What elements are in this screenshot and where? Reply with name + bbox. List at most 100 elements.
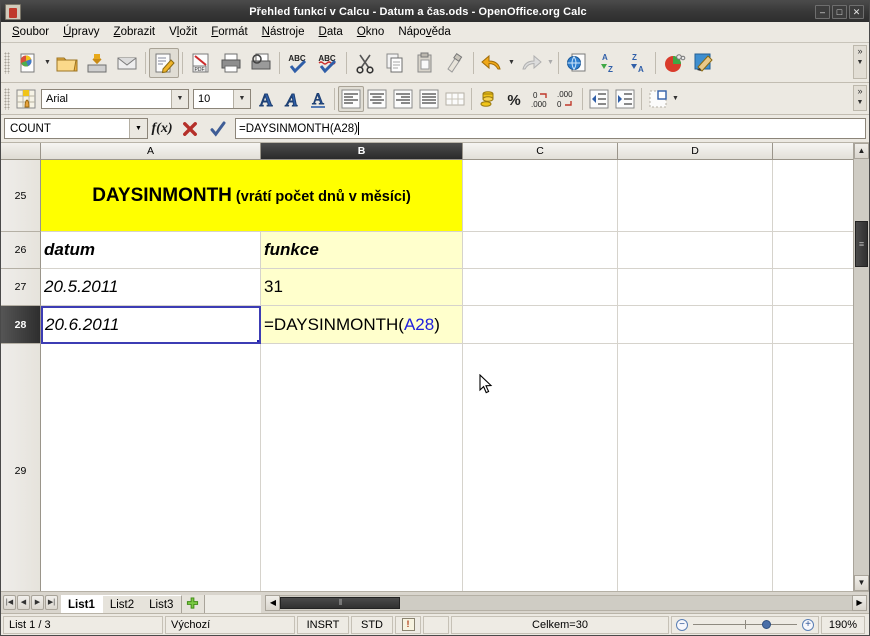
cell-c28[interactable] — [463, 306, 618, 344]
cell-b29[interactable] — [261, 344, 463, 591]
column-header-c[interactable]: C — [463, 143, 618, 160]
draw-functions-icon[interactable] — [689, 48, 719, 78]
copy-icon[interactable] — [380, 48, 410, 78]
sheet-tab-list3[interactable]: List3 — [142, 594, 183, 613]
name-box-dropdown-icon[interactable]: ▼ — [129, 119, 147, 138]
cell-c26[interactable] — [463, 232, 618, 269]
zoom-in-icon[interactable]: + — [802, 618, 814, 631]
sort-descending-icon[interactable]: Z A — [622, 48, 652, 78]
bold-icon[interactable]: A — [253, 86, 279, 112]
cell-a25-merged[interactable]: DAYSINMONTH (vrátí počet dnů v měsíci) — [41, 160, 463, 232]
cell-a26[interactable]: datum — [41, 232, 261, 269]
paste-icon[interactable] — [410, 48, 440, 78]
zoom-slider[interactable]: − + — [671, 615, 819, 634]
font-size-dropdown-icon[interactable]: ▼ — [233, 89, 250, 108]
align-right-icon[interactable] — [390, 86, 416, 112]
row-header-25[interactable]: 25 — [1, 160, 41, 232]
cell-d27[interactable] — [618, 269, 773, 306]
borders-icon[interactable] — [645, 86, 671, 112]
column-header-d[interactable]: D — [618, 143, 773, 160]
add-decimal-icon[interactable]: 0 .000 — [527, 86, 553, 112]
nav-last-sheet-icon[interactable]: ▶| — [45, 595, 58, 610]
cell-c27[interactable] — [463, 269, 618, 306]
edit-file-icon[interactable] — [149, 47, 179, 78]
align-justify-icon[interactable] — [416, 86, 442, 112]
italic-icon[interactable]: A — [279, 86, 305, 112]
sheet-tab-list1[interactable]: List1 — [61, 594, 104, 613]
spellcheck-icon[interactable]: ABC — [283, 48, 313, 78]
menu-upravy[interactable]: Úpravy — [56, 24, 106, 40]
currency-icon[interactable] — [475, 86, 501, 112]
cell-b27[interactable]: 31 — [261, 269, 463, 306]
font-size-combo[interactable]: 10 ▼ — [193, 88, 251, 109]
row-header-27[interactable]: 27 — [1, 269, 41, 306]
menu-zobrazit[interactable]: Zobrazit — [107, 24, 163, 40]
cell-a27[interactable]: 20.5.2011 — [41, 269, 261, 306]
new-document-dropdown-icon[interactable]: ▼ — [43, 59, 52, 66]
cell-b28[interactable]: =DAYSINMONTH(A28) — [261, 306, 463, 344]
toolbar-grip[interactable] — [4, 87, 10, 110]
clone-formatting-icon[interactable] — [440, 48, 470, 78]
scroll-up-button[interactable]: ▲ — [854, 143, 869, 159]
add-sheet-icon[interactable] — [181, 594, 206, 613]
print-icon[interactable] — [216, 48, 246, 78]
cell-e27[interactable] — [773, 269, 853, 306]
row-header-28[interactable]: 28 — [1, 306, 41, 344]
nav-first-sheet-icon[interactable]: |◀ — [3, 595, 16, 610]
row-header-29[interactable]: 29 — [1, 344, 41, 591]
cell-d25[interactable] — [618, 160, 773, 232]
standard-toolbar-overflow[interactable]: » ▼ — [853, 45, 867, 79]
email-document-icon[interactable] — [112, 48, 142, 78]
horizontal-scroll-track[interactable] — [280, 594, 852, 611]
select-all-corner[interactable] — [1, 143, 41, 160]
nav-prev-sheet-icon[interactable]: ◀ — [17, 595, 30, 610]
horizontal-scrollbar[interactable]: ◀ ▶ — [265, 594, 867, 612]
formatting-toolbar-overflow[interactable]: » ▼ — [853, 85, 867, 111]
menu-data[interactable]: Data — [312, 24, 350, 40]
cell-d28[interactable] — [618, 306, 773, 344]
cell-e28[interactable] — [773, 306, 853, 344]
undo-dropdown-icon[interactable]: ▼ — [507, 59, 516, 66]
status-digital-signature[interactable] — [423, 615, 449, 634]
align-center-icon[interactable] — [364, 86, 390, 112]
insert-chart-icon[interactable] — [659, 48, 689, 78]
vertical-scroll-track[interactable] — [854, 159, 869, 575]
percent-icon[interactable]: % — [501, 86, 527, 112]
redo-icon[interactable] — [516, 48, 546, 78]
scroll-down-button[interactable]: ▼ — [854, 575, 869, 591]
row-header-26[interactable]: 26 — [1, 232, 41, 269]
status-modified-indicator[interactable]: ! — [395, 615, 421, 634]
save-icon[interactable] — [82, 48, 112, 78]
vertical-scroll-thumb[interactable] — [855, 221, 868, 267]
export-pdf-icon[interactable]: PDF — [186, 48, 216, 78]
styles-apply-icon[interactable] — [13, 86, 39, 112]
cell-c29[interactable] — [463, 344, 618, 591]
status-selection-mode[interactable]: STD — [351, 615, 393, 634]
print-preview-icon[interactable] — [246, 48, 276, 78]
font-name-dropdown-icon[interactable]: ▼ — [171, 89, 188, 108]
menu-nastroje[interactable]: Nástroje — [255, 24, 312, 40]
cell-b26[interactable]: funkce — [261, 232, 463, 269]
zoom-out-icon[interactable]: − — [676, 618, 688, 631]
sheet-tab-list2[interactable]: List2 — [102, 594, 144, 613]
font-name-combo[interactable]: Arial ▼ — [41, 88, 189, 109]
sort-ascending-icon[interactable]: A Z — [592, 48, 622, 78]
delete-decimal-icon[interactable]: .000 0 — [553, 86, 579, 112]
increase-indent-icon[interactable] — [612, 86, 638, 112]
name-box[interactable]: COUNT ▼ — [4, 118, 148, 139]
nav-next-sheet-icon[interactable]: ▶ — [31, 595, 44, 610]
zoom-knob[interactable] — [761, 620, 771, 629]
hyperlink-icon[interactable] — [562, 48, 592, 78]
toolbar-grip[interactable] — [4, 51, 10, 74]
menu-format[interactable]: Formát — [204, 24, 254, 40]
horizontal-scroll-thumb[interactable] — [280, 596, 401, 609]
zoom-track[interactable] — [693, 620, 797, 629]
status-page-style[interactable]: Výchozí — [165, 615, 295, 634]
cut-scissors-icon[interactable] — [350, 48, 380, 78]
scroll-right-button[interactable]: ▶ — [852, 594, 867, 611]
autospellcheck-icon[interactable]: ABC — [313, 48, 343, 78]
cancel-formula-icon[interactable] — [176, 117, 204, 141]
new-document-icon[interactable] — [13, 48, 43, 78]
underline-icon[interactable]: A — [305, 86, 331, 112]
open-folder-icon[interactable] — [52, 48, 82, 78]
